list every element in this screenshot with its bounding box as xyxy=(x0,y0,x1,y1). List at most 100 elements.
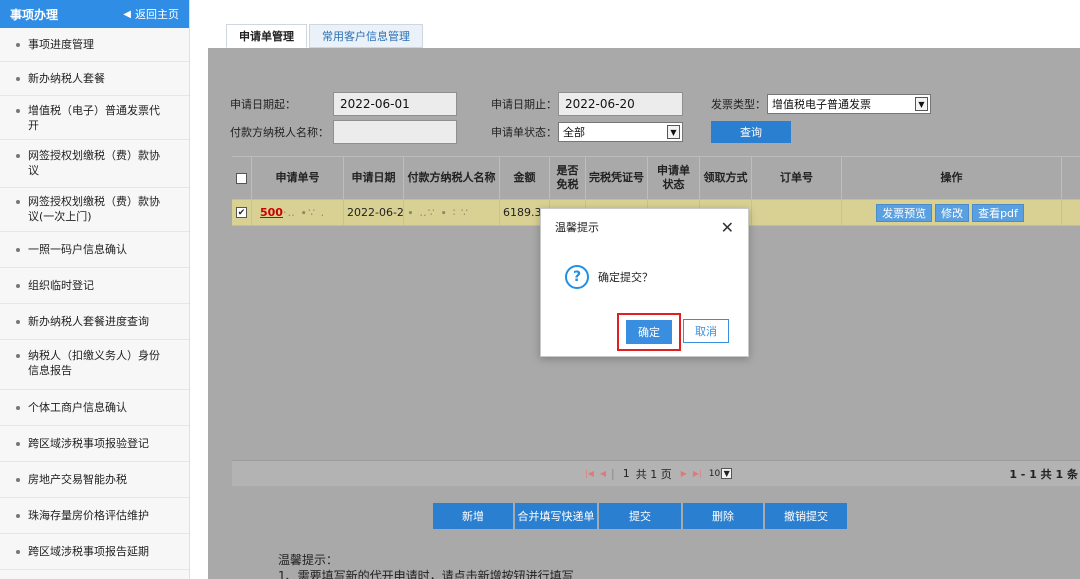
view-pdf-button[interactable]: 查看pdf xyxy=(972,203,1024,222)
chevron-down-icon: ▼ xyxy=(915,97,928,111)
page-size-value: 10 xyxy=(708,468,721,479)
date-cell: 2022-06-20 xyxy=(344,200,404,225)
sidebar-item-label: 一照一码户信息确认 xyxy=(28,243,127,256)
dialog-body: ? 确定提交？ xyxy=(565,265,653,289)
col-actions: 操作 xyxy=(842,157,1062,199)
prev-page-icon[interactable]: ◀ xyxy=(600,469,606,478)
filter-row-2: 付款方纳税人名称： 申请单状态： 全部 ▼ 查询 xyxy=(230,120,791,144)
delete-button[interactable]: 删除 xyxy=(683,503,763,529)
page-number-input[interactable]: 1 xyxy=(623,467,630,480)
filter-row-1: 申请日期起： 2022-06-01 申请日期止： 2022-06-20 发票类型… xyxy=(230,92,931,116)
last-page-icon[interactable]: ▶| xyxy=(693,469,702,478)
date-to-input[interactable]: 2022-06-20 xyxy=(558,92,683,116)
sidebar-item-label: 个体工商户信息确认 xyxy=(28,401,127,414)
date-from-label: 申请日期起： xyxy=(230,98,296,111)
sidebar-item-tax-agreement[interactable]: 网签授权划缴税（费）款协议 xyxy=(0,140,189,188)
revoke-submit-button[interactable]: 撤销提交 xyxy=(765,503,847,529)
bullet-icon xyxy=(16,550,20,554)
record-range: 1 - 1 共 1 条 xyxy=(1009,467,1078,481)
back-home-link[interactable]: ◀ 返回主页 xyxy=(123,6,179,22)
ok-button-highlight: 确定 xyxy=(617,313,681,351)
reminder-line: 1、需要填写新的代开申请时，请点击新增按钮进行填写 xyxy=(278,569,574,579)
sidebar-item-label: 跨区域涉税事项报验登记 xyxy=(28,437,149,450)
chevron-down-icon: ▼ xyxy=(721,468,733,479)
sidebar-item-package-progress[interactable]: 新办纳税人套餐进度查询 xyxy=(0,304,189,340)
sidebar: 事项办理 ◀ 返回主页 事项进度管理 新办纳税人套餐 增值税（电子）普通发票代开… xyxy=(0,0,190,579)
bullet-icon xyxy=(16,200,20,204)
col-pickup: 领取方式 xyxy=(700,157,752,199)
masked-text: ·‥ ∙∵ . xyxy=(282,206,326,219)
sidebar-item-progress[interactable]: 事项进度管理 xyxy=(0,28,189,62)
sidebar-header: 事项办理 ◀ 返回主页 xyxy=(0,0,189,28)
col-tax-exempt: 是否免税 xyxy=(550,157,586,199)
invoice-type-select[interactable]: 增值税电子普通发票 ▼ xyxy=(767,94,931,114)
bullet-icon xyxy=(16,284,20,288)
first-page-icon[interactable]: |◀ xyxy=(585,469,594,478)
question-icon: ? xyxy=(565,265,589,289)
sidebar-item-label: 房地产交易智能办税 xyxy=(28,473,127,486)
sidebar-item-real-estate[interactable]: 房地产交易智能办税 xyxy=(0,462,189,498)
sidebar-item-label: 跨区域涉税事项报告延期 xyxy=(28,545,149,558)
submit-button[interactable]: 提交 xyxy=(599,503,681,529)
sidebar-item-identity-report[interactable]: 纳税人（扣缴义务人）身份信息报告 xyxy=(0,340,189,390)
tab-application-management[interactable]: 申请单管理 xyxy=(226,24,307,48)
sidebar-item-extension[interactable]: 跨区域涉税事项报告延期 xyxy=(0,534,189,570)
col-date: 申请日期 xyxy=(344,157,404,199)
actions-cell: 发票预览 修改 查看pdf xyxy=(842,200,1062,225)
payer-name-input[interactable] xyxy=(333,120,457,144)
edit-button[interactable]: 修改 xyxy=(935,203,970,222)
sidebar-item-vat-invoice[interactable]: 增值税（电子）普通发票代开 xyxy=(0,96,189,140)
bullet-icon xyxy=(16,514,20,518)
status-label: 申请单状态： xyxy=(491,126,557,139)
total-pages: 共 1 页 xyxy=(635,467,672,481)
col-tax-cert: 完税凭证号 xyxy=(586,157,648,199)
bullet-icon xyxy=(16,354,20,358)
sidebar-item-zhuhai-valuation[interactable]: 珠海存量房价格评估维护 xyxy=(0,498,189,534)
sidebar-item-individual-business[interactable]: 个体工商户信息确认 xyxy=(0,390,189,426)
close-icon[interactable]: ✕ xyxy=(721,218,734,237)
row-checkbox-cell: ✔ xyxy=(232,200,252,225)
table-header: 申请单号 申请日期 付款方纳税人名称 金额 是否免税 完税凭证号 申请单状态 领… xyxy=(232,156,1080,200)
back-arrow-icon: ◀ xyxy=(123,8,131,20)
confirm-ok-button[interactable]: 确定 xyxy=(626,320,672,344)
confirm-dialog: 温馨提示 ✕ ? 确定提交？ 确定 取消 xyxy=(540,208,749,357)
sidebar-item-label: 新办纳税人套餐进度查询 xyxy=(28,315,149,328)
sidebar-item-temp-register[interactable]: 组织临时登记 xyxy=(0,268,189,304)
tab-customer-info[interactable]: 常用客户信息管理 xyxy=(309,24,423,48)
cancel-button[interactable]: 取消 xyxy=(683,319,729,343)
sidebar-menu: 事项进度管理 新办纳税人套餐 增值税（电子）普通发票代开 网签授权划缴税（费）款… xyxy=(0,28,189,570)
page-size-select[interactable]: 10 ▼ xyxy=(709,468,734,479)
sidebar-item-label: 网签授权划缴税（费）款协议 xyxy=(28,149,160,177)
query-button[interactable]: 查询 xyxy=(711,121,791,143)
app-root: 事项办理 ◀ 返回主页 事项进度管理 新办纳税人套餐 增值税（电子）普通发票代开… xyxy=(0,0,1080,579)
bullet-icon xyxy=(16,43,20,47)
merge-express-button[interactable]: 合并填写快递单 xyxy=(515,503,597,529)
invoice-type-value: 增值税电子普通发票 xyxy=(772,98,871,111)
col-order-no: 申请单号 xyxy=(252,157,344,199)
pagination-nav: |◀ ◀ | 1 共 1 页 ▶ ▶| 10 ▼ xyxy=(582,466,734,482)
sidebar-title: 事项办理 xyxy=(10,7,59,22)
sidebar-item-code-confirm[interactable]: 一照一码户信息确认 xyxy=(0,232,189,268)
sidebar-item-cross-region[interactable]: 跨区域涉税事项报验登记 xyxy=(0,426,189,462)
bullet-icon xyxy=(16,248,20,252)
dialog-header: 温馨提示 ✕ xyxy=(541,209,748,245)
order-no-cell: 500 ·‥ ∙∵ . xyxy=(252,200,344,225)
select-all-checkbox[interactable] xyxy=(236,172,247,184)
date-from-input[interactable]: 2022-06-01 xyxy=(333,92,457,116)
row-checkbox[interactable]: ✔ xyxy=(236,207,247,218)
status-select[interactable]: 全部 ▼ xyxy=(558,122,683,142)
bullet-icon xyxy=(16,406,20,410)
dialog-message: 确定提交？ xyxy=(598,271,653,284)
invoice-type-label: 发票类型： xyxy=(711,98,766,111)
sidebar-item-label: 珠海存量房价格评估维护 xyxy=(28,509,149,522)
col-amount: 金额 xyxy=(500,157,550,199)
invoice-preview-button[interactable]: 发票预览 xyxy=(876,203,933,222)
sidebar-item-new-taxpayer[interactable]: 新办纳税人套餐 xyxy=(0,62,189,96)
action-button-bar: 新增 合并填写快递单 提交 删除 撤销提交 xyxy=(433,503,849,529)
sidebar-item-tax-agreement-once[interactable]: 网签授权划缴税（费）款协议(一次上门) xyxy=(0,188,189,232)
order-no-link[interactable]: 500 xyxy=(260,206,283,219)
next-page-icon[interactable]: ▶ xyxy=(681,469,687,478)
add-button[interactable]: 新增 xyxy=(433,503,513,529)
chevron-down-icon: ▼ xyxy=(667,125,680,139)
bullet-icon xyxy=(16,442,20,446)
